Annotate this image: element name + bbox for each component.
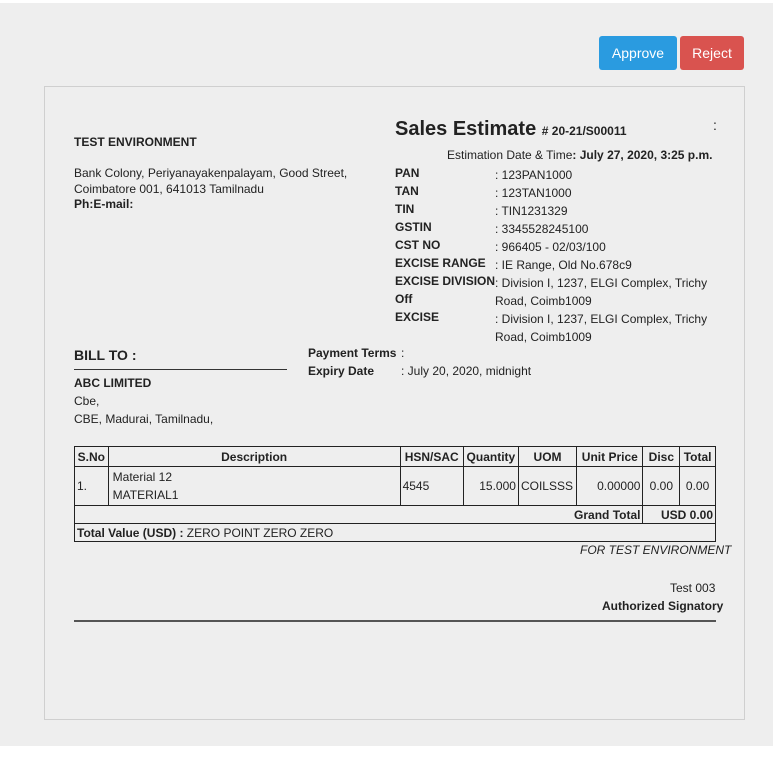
bill-to-heading: BILL TO : — [74, 347, 137, 363]
detail-value: : 123TAN1000 — [495, 186, 572, 200]
items-table: S.No Description HSN/SAC Quantity UOM Un… — [73, 446, 716, 542]
col-unit-price: Unit Price — [576, 446, 644, 467]
description-line-1: Material 12 — [112, 470, 173, 484]
col-total: Total — [679, 446, 716, 467]
company-name: TEST ENVIRONMENT — [74, 135, 197, 149]
grand-total-label: Grand Total — [73, 505, 644, 524]
col-description: Description — [107, 446, 401, 467]
company-address: Bank Colony, Periyanayakenpalayam, Good … — [74, 165, 347, 197]
cell-uom: COILSSS — [517, 466, 578, 506]
detail-key: CST NO — [395, 238, 441, 252]
for-company: FOR TEST ENVIRONMENT — [580, 543, 732, 557]
estimate-title: Sales Estimate # 20-21/S00011 — [395, 118, 627, 141]
bill-to-line-2: CBE, Madurai, Tamilnadu, — [74, 412, 214, 426]
total-value-cell: Total Value (USD) : ZERO POINT ZERO ZERO — [74, 523, 716, 542]
estimation-date: Estimation Date & Time: July 27, 2020, 3… — [447, 148, 712, 162]
detail-key: Off — [395, 292, 413, 306]
total-value-words: ZERO POINT ZERO ZERO — [186, 525, 334, 540]
bill-to-divider — [74, 369, 287, 370]
detail-key: TIN — [395, 202, 415, 216]
detail-key: EXCISE DIVISION — [395, 274, 496, 288]
grand-total-value: USD 0.00 — [642, 505, 716, 524]
footer-divider — [74, 620, 716, 622]
table-row: 1. Material 12 MATERIAL1 4545 15.000 COI… — [74, 466, 716, 506]
cell-quantity: 15.000 — [462, 466, 519, 506]
address-line-1: Bank Colony, Periyanayakenpalayam, Good … — [74, 166, 348, 180]
authorized-signatory: Authorized Signatory — [602, 599, 724, 613]
detail-key: TAN — [395, 184, 419, 198]
bill-to-line-1: Cbe, — [74, 394, 100, 408]
content-panel: Approve Reject TEST ENVIRONMENT Bank Col… — [0, 3, 773, 746]
grand-total-row: Grand Total USD 0.00 — [73, 505, 716, 524]
cell-total: 0.00 — [679, 466, 716, 506]
company-phone-email: Ph:E-mail: — [74, 197, 134, 211]
estimation-date-value: : July 27, 2020, 3:25 p.m. — [572, 148, 713, 162]
estimation-date-label: Estimation Date & Time — [447, 148, 573, 162]
total-value-row: Total Value (USD) : ZERO POINT ZERO ZERO — [74, 523, 716, 542]
col-quantity: Quantity — [462, 446, 519, 467]
expiry-date-label: Expiry Date — [308, 364, 375, 378]
detail-value: : 123PAN1000 — [495, 168, 573, 182]
expiry-date-value: : July 20, 2020, midnight — [401, 364, 532, 378]
estimate-document: TEST ENVIRONMENT Bank Colony, Periyanaya… — [44, 86, 745, 720]
detail-value: : Division I, 1237, ELGI Complex, Trichy… — [495, 276, 708, 308]
payment-terms-label: Payment Terms — [308, 346, 397, 360]
cell-disc: 0.00 — [642, 466, 681, 506]
bill-to-name: ABC LIMITED — [74, 376, 152, 390]
cell-description: Material 12 MATERIAL1 — [107, 466, 401, 506]
detail-key: PAN — [395, 166, 420, 180]
estimate-number: # 20-21/S00011 — [541, 124, 627, 138]
col-hsn: HSN/SAC — [399, 446, 464, 467]
detail-value: : 3345528245100 — [495, 222, 589, 236]
signer-name: Test 003 — [670, 581, 716, 595]
approve-button[interactable]: Approve — [599, 36, 677, 70]
col-sno: S.No — [74, 446, 109, 467]
estimate-title-text: Sales Estimate — [395, 118, 537, 140]
detail-key: EXCISE — [395, 310, 440, 324]
detail-value: : Division I, 1237, ELGI Complex, Trichy… — [495, 312, 708, 344]
col-uom: UOM — [517, 446, 578, 467]
more-options-icon[interactable]: : — [713, 117, 717, 133]
cell-sno: 1. — [74, 466, 109, 506]
cell-hsn: 4545 — [399, 466, 464, 506]
cell-unit-price: 0.00000 — [576, 466, 644, 506]
table-header-row: S.No Description HSN/SAC Quantity UOM Un… — [74, 446, 716, 467]
reject-button[interactable]: Reject — [680, 36, 744, 70]
total-value-label: Total Value (USD) : — [77, 525, 184, 540]
description-line-2: MATERIAL1 — [112, 488, 179, 502]
detail-value: : IE Range, Old No.678c9 — [495, 258, 632, 272]
detail-key: GSTIN — [395, 220, 432, 234]
detail-value: : 966405 - 02/03/100 — [495, 240, 606, 254]
address-line-2: Coimbatore 001, 641013 Tamilnadu — [74, 182, 264, 196]
detail-key: EXCISE RANGE — [395, 256, 486, 270]
col-disc: Disc — [642, 446, 681, 467]
detail-value: : TIN1231329 — [495, 204, 568, 218]
payment-terms-value: : — [401, 346, 405, 360]
